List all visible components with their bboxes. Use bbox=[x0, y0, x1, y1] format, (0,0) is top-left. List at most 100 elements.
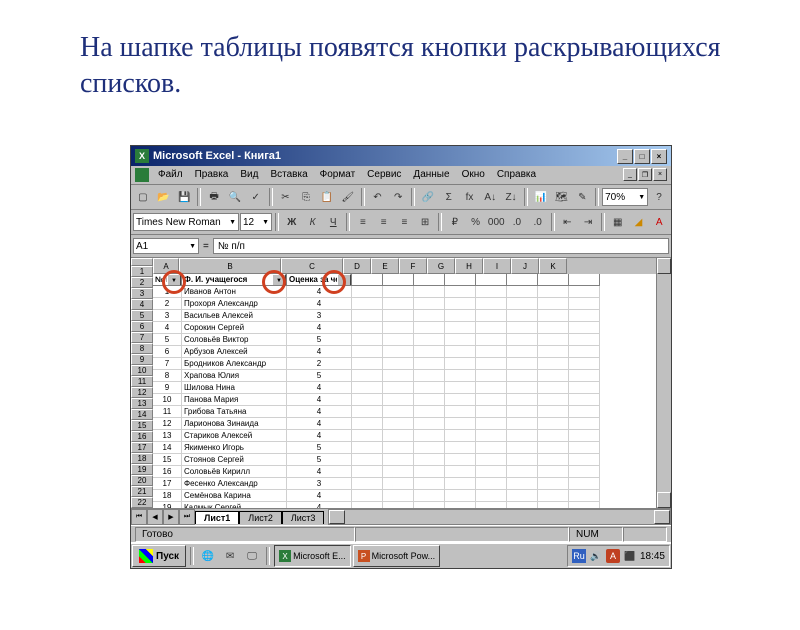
cell[interactable] bbox=[383, 358, 414, 370]
drawing-button[interactable]: ✎ bbox=[572, 187, 592, 207]
cell[interactable] bbox=[569, 430, 600, 442]
italic-button[interactable]: К bbox=[303, 212, 323, 232]
row-header[interactable]: 17 bbox=[131, 442, 153, 453]
cell[interactable]: 4 bbox=[287, 382, 352, 394]
cell[interactable] bbox=[569, 382, 600, 394]
cell[interactable] bbox=[476, 358, 507, 370]
cell[interactable]: 8 bbox=[153, 370, 182, 382]
cell[interactable] bbox=[507, 466, 538, 478]
cell[interactable] bbox=[507, 286, 538, 298]
sheet-tab-2[interactable]: Лист2 bbox=[239, 511, 282, 524]
cell[interactable] bbox=[383, 430, 414, 442]
cell[interactable]: 6 bbox=[153, 346, 182, 358]
row-header[interactable]: 2 bbox=[131, 277, 153, 288]
cell[interactable] bbox=[538, 418, 569, 430]
cell[interactable] bbox=[383, 382, 414, 394]
cell[interactable]: 3 bbox=[287, 478, 352, 490]
sheet-tab-3[interactable]: Лист3 bbox=[282, 511, 325, 524]
cell[interactable] bbox=[352, 466, 383, 478]
cell[interactable]: 3 bbox=[287, 310, 352, 322]
menu-help[interactable]: Справка bbox=[492, 168, 541, 182]
inc-decimal-button[interactable]: .0 bbox=[507, 212, 527, 232]
cell[interactable] bbox=[538, 466, 569, 478]
column-header[interactable]: H bbox=[455, 258, 483, 274]
cell[interactable] bbox=[538, 490, 569, 502]
cell[interactable]: 9 bbox=[153, 382, 182, 394]
column-header[interactable]: F bbox=[399, 258, 427, 274]
tab-nav-prev[interactable]: ◀ bbox=[147, 509, 163, 525]
column-header[interactable]: B bbox=[179, 258, 281, 274]
cell[interactable] bbox=[538, 298, 569, 310]
horizontal-scrollbar[interactable] bbox=[328, 509, 671, 525]
cell[interactable] bbox=[352, 310, 383, 322]
minimize-button[interactable]: _ bbox=[617, 149, 633, 164]
doc-restore-button[interactable]: ❐ bbox=[638, 168, 652, 181]
filter-dropdown-button[interactable]: ▼ bbox=[167, 274, 181, 286]
cell[interactable] bbox=[476, 322, 507, 334]
cell[interactable]: Арбузов Алексей bbox=[182, 346, 287, 358]
paste-button[interactable]: 📋 bbox=[317, 187, 337, 207]
cell[interactable] bbox=[352, 490, 383, 502]
cell[interactable]: 5 bbox=[153, 334, 182, 346]
cell[interactable]: Иванов Антон bbox=[182, 286, 287, 298]
taskbar-powerpoint[interactable]: PMicrosoft Pow... bbox=[353, 545, 441, 567]
cell[interactable] bbox=[445, 382, 476, 394]
cell[interactable] bbox=[414, 322, 445, 334]
row-header[interactable]: 10 bbox=[131, 365, 153, 376]
cell[interactable] bbox=[507, 478, 538, 490]
column-header[interactable]: A bbox=[153, 258, 179, 274]
column-header[interactable]: K bbox=[539, 258, 567, 274]
filter-dropdown-button[interactable]: ▼ bbox=[337, 274, 351, 286]
cell[interactable] bbox=[476, 418, 507, 430]
row-header[interactable]: 8 bbox=[131, 343, 153, 354]
row-header[interactable]: 6 bbox=[131, 321, 153, 332]
cell[interactable] bbox=[414, 454, 445, 466]
cell[interactable] bbox=[538, 370, 569, 382]
cell[interactable] bbox=[507, 370, 538, 382]
quicklaunch-2[interactable]: ✉ bbox=[220, 546, 240, 566]
sort-asc-button[interactable]: A↓ bbox=[480, 187, 500, 207]
cell[interactable]: Панова Мария bbox=[182, 394, 287, 406]
quicklaunch-3[interactable]: 🖵 bbox=[242, 546, 262, 566]
cell[interactable] bbox=[352, 502, 383, 508]
cell[interactable] bbox=[476, 490, 507, 502]
cell[interactable] bbox=[445, 430, 476, 442]
cell[interactable] bbox=[383, 478, 414, 490]
cell[interactable] bbox=[414, 466, 445, 478]
cell[interactable]: Семёнова Карина bbox=[182, 490, 287, 502]
bold-button[interactable]: Ж bbox=[282, 212, 302, 232]
merge-button[interactable]: ⊞ bbox=[415, 212, 435, 232]
cell[interactable]: 4 bbox=[287, 394, 352, 406]
cell[interactable] bbox=[538, 310, 569, 322]
cell[interactable] bbox=[352, 394, 383, 406]
cell[interactable] bbox=[507, 394, 538, 406]
cell[interactable] bbox=[569, 286, 600, 298]
header-cell[interactable] bbox=[352, 274, 383, 286]
cell[interactable] bbox=[414, 418, 445, 430]
cell[interactable]: 17 bbox=[153, 478, 182, 490]
cell[interactable] bbox=[352, 478, 383, 490]
map-button[interactable]: 🗺 bbox=[552, 187, 572, 207]
header-cell[interactable] bbox=[445, 274, 476, 286]
cell[interactable] bbox=[352, 370, 383, 382]
cell[interactable] bbox=[445, 286, 476, 298]
row-header[interactable]: 13 bbox=[131, 398, 153, 409]
row-header[interactable]: 5 bbox=[131, 310, 153, 321]
cell[interactable] bbox=[445, 358, 476, 370]
row-header[interactable]: 4 bbox=[131, 299, 153, 310]
cell[interactable]: 4 bbox=[287, 502, 352, 508]
cell[interactable]: 10 bbox=[153, 394, 182, 406]
cell[interactable] bbox=[538, 502, 569, 508]
cell[interactable] bbox=[445, 334, 476, 346]
cell[interactable] bbox=[476, 394, 507, 406]
cell[interactable] bbox=[569, 334, 600, 346]
cell[interactable] bbox=[476, 382, 507, 394]
cell[interactable] bbox=[476, 370, 507, 382]
cell[interactable]: 7 bbox=[153, 358, 182, 370]
header-cell[interactable] bbox=[476, 274, 507, 286]
cell[interactable]: Стариков Алексей bbox=[182, 430, 287, 442]
tab-nav-first[interactable]: ⏮ bbox=[131, 509, 147, 525]
cell[interactable] bbox=[538, 430, 569, 442]
row-header[interactable]: 14 bbox=[131, 409, 153, 420]
cell[interactable] bbox=[445, 298, 476, 310]
